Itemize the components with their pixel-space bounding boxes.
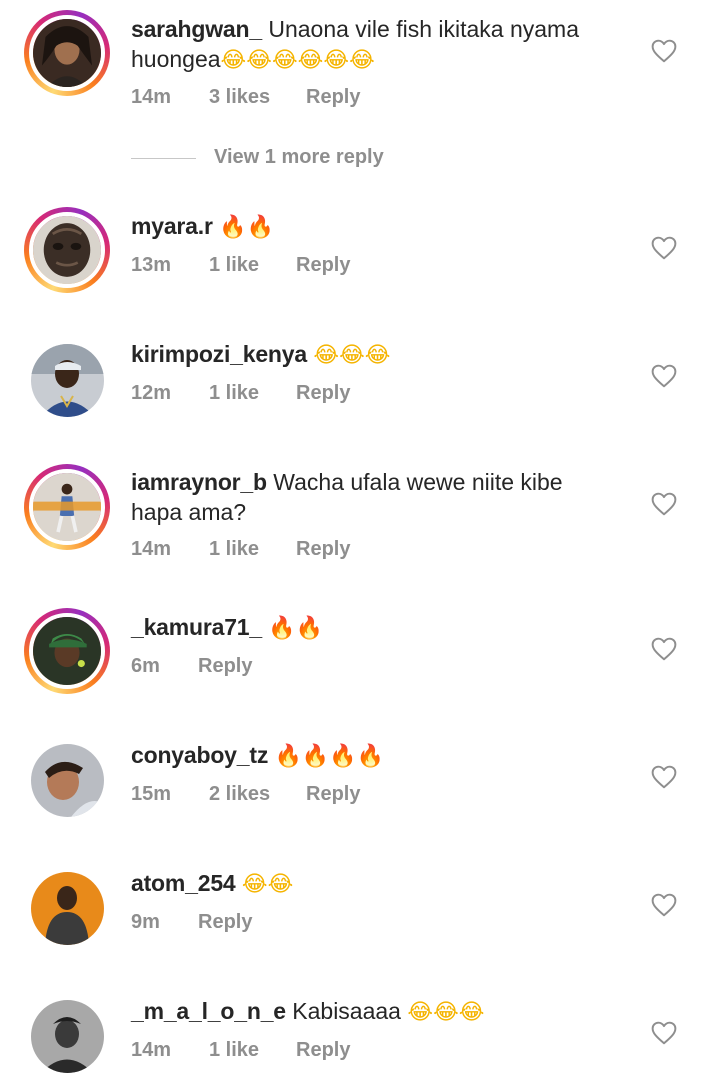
comment-username[interactable]: kirimpozi_kenya bbox=[131, 341, 307, 367]
avatar[interactable] bbox=[31, 872, 104, 945]
comment-body-continued: hapa ama? bbox=[131, 499, 247, 525]
avatar-story-ring[interactable] bbox=[24, 207, 110, 293]
comment-username[interactable]: sarahgwan_ bbox=[131, 16, 262, 42]
comment-body: Kabisaaaa bbox=[292, 998, 401, 1024]
comment-text: kirimpozi_kenya 😂😂😂 bbox=[131, 339, 601, 371]
comment-text: iamraynor_b Wacha ufala wewe niite kibe … bbox=[131, 467, 601, 527]
reply-button[interactable]: Reply bbox=[296, 1039, 350, 1062]
avatar[interactable] bbox=[29, 212, 105, 288]
comment-time: 15m bbox=[131, 783, 172, 805]
reply-button[interactable]: Reply bbox=[306, 783, 360, 806]
comment-likes[interactable]: 1 like bbox=[209, 254, 259, 277]
comment-likes[interactable]: 1 like bbox=[209, 382, 259, 405]
comment-emoji: 😂😂😂😂😂😂 bbox=[220, 48, 375, 73]
avatar-story-ring[interactable] bbox=[24, 10, 110, 96]
comment-username[interactable]: conyaboy_tz bbox=[131, 742, 268, 768]
comment-text: sarahgwan_ Unaona vile fish ikitaka nyam… bbox=[131, 14, 601, 76]
comment-username[interactable]: iamraynor_b bbox=[131, 469, 267, 495]
comment-time: 13m bbox=[131, 254, 172, 276]
avatar-container[interactable] bbox=[31, 344, 104, 417]
avatar-image bbox=[33, 19, 101, 87]
comment-username[interactable]: _kamura71_ bbox=[131, 614, 262, 640]
avatar-image bbox=[31, 1000, 104, 1073]
heart-icon[interactable] bbox=[651, 893, 677, 917]
avatar-image bbox=[33, 473, 101, 541]
avatar-container[interactable] bbox=[31, 872, 104, 945]
comment-time: 14m bbox=[131, 86, 172, 108]
reply-button[interactable]: Reply bbox=[296, 254, 350, 277]
comment-likes[interactable]: 2 likes bbox=[209, 783, 270, 806]
comment-likes[interactable]: 3 likes bbox=[209, 86, 270, 109]
divider bbox=[131, 158, 196, 159]
comment-time: 6m bbox=[131, 655, 160, 677]
comment-likes[interactable]: 1 like bbox=[209, 1039, 259, 1062]
comment-emoji: 😂😂😂 bbox=[313, 343, 391, 368]
comment-emoji: 🔥🔥🔥🔥 bbox=[274, 744, 385, 769]
comment-text: conyaboy_tz 🔥🔥🔥🔥 bbox=[131, 740, 601, 772]
comment-time: 14m bbox=[131, 1039, 172, 1061]
avatar-image bbox=[31, 872, 104, 945]
reply-button[interactable]: Reply bbox=[306, 86, 360, 109]
avatar-image bbox=[33, 617, 101, 685]
comment-time: 9m bbox=[131, 911, 160, 933]
comment-time: 14m bbox=[131, 538, 172, 560]
heart-icon[interactable] bbox=[651, 1021, 677, 1045]
comment-emoji: 😂😂😂 bbox=[407, 1000, 485, 1025]
comment-username[interactable]: myara.r bbox=[131, 213, 213, 239]
avatar-container[interactable] bbox=[31, 1000, 104, 1073]
heart-icon[interactable] bbox=[651, 637, 677, 661]
avatar[interactable] bbox=[31, 744, 104, 817]
view-more-replies-label[interactable]: View 1 more reply bbox=[214, 146, 384, 169]
comment-emoji: 🔥🔥 bbox=[268, 616, 324, 641]
avatar-story-ring[interactable] bbox=[24, 464, 110, 550]
comment-text: atom_254 😂😂 bbox=[131, 868, 601, 900]
heart-icon[interactable] bbox=[651, 364, 677, 388]
reply-button[interactable]: Reply bbox=[198, 655, 252, 678]
comment-username[interactable]: _m_a_l_o_n_e bbox=[131, 998, 286, 1024]
comment-username[interactable]: atom_254 bbox=[131, 870, 236, 896]
comment-emoji: 😂😂 bbox=[241, 872, 294, 897]
comment-text: _kamura71_ 🔥🔥 bbox=[131, 612, 601, 644]
heart-icon[interactable] bbox=[651, 236, 677, 260]
comment-likes[interactable]: 1 like bbox=[209, 538, 259, 561]
heart-icon[interactable] bbox=[651, 765, 677, 789]
reply-button[interactable]: Reply bbox=[296, 538, 350, 561]
reply-button[interactable]: Reply bbox=[296, 382, 350, 405]
avatar-container[interactable] bbox=[31, 744, 104, 817]
comment-text: _m_a_l_o_n_e Kabisaaaa 😂😂😂 bbox=[131, 996, 601, 1028]
avatar-image bbox=[33, 216, 101, 284]
heart-icon[interactable] bbox=[651, 492, 677, 516]
comment-emoji: 🔥🔥 bbox=[219, 215, 274, 240]
avatar-story-ring[interactable] bbox=[24, 608, 110, 694]
avatar[interactable] bbox=[31, 344, 104, 417]
comment-body: Wacha ufala wewe niite kibe bbox=[273, 469, 563, 495]
comment-time: 12m bbox=[131, 382, 172, 404]
comment-text: myara.r 🔥🔥 bbox=[131, 211, 601, 243]
heart-icon[interactable] bbox=[651, 39, 677, 63]
avatar[interactable] bbox=[29, 613, 105, 689]
avatar[interactable] bbox=[31, 1000, 104, 1073]
avatar[interactable] bbox=[29, 469, 105, 545]
reply-button[interactable]: Reply bbox=[198, 911, 252, 934]
avatar[interactable] bbox=[29, 15, 105, 91]
view-more-replies[interactable]: View 1 more reply bbox=[131, 146, 431, 174]
avatar-image bbox=[31, 344, 104, 417]
avatar-image bbox=[31, 744, 104, 817]
